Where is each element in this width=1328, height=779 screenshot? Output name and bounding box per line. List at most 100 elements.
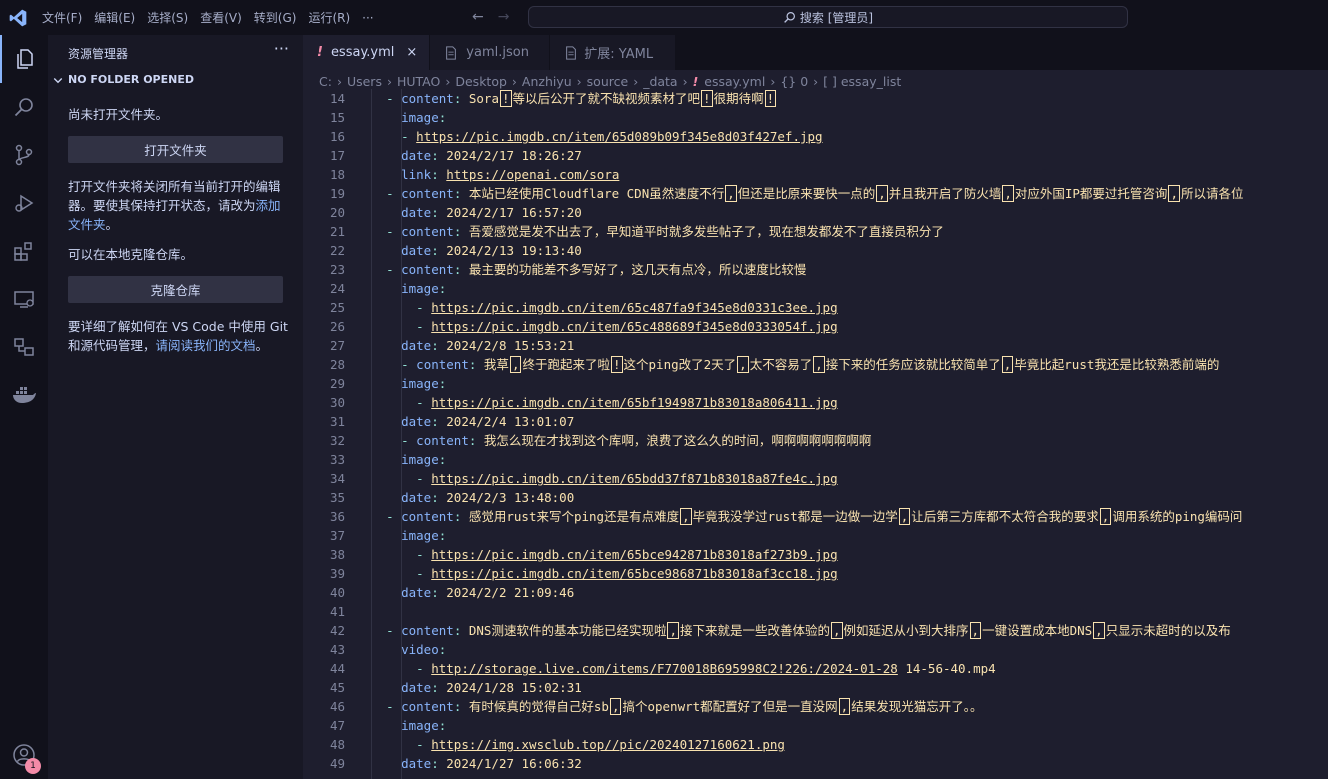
sidebar-more-button[interactable]: ··· [274,39,289,58]
url-link[interactable]: http://storage.live.com/items/F770018B69… [431,661,898,676]
containers-activity[interactable] [0,323,48,371]
remote-explorer-activity[interactable] [0,275,48,323]
chevron-down-icon [53,77,63,83]
menu-selection[interactable]: 选择(S) [141,9,194,26]
unusual-char-highlight: , [1168,185,1180,202]
menu-go[interactable]: 转到(G) [248,9,303,26]
code-line: - content: 最主要的功能差不多写好了，这几天有点冷，所以速度比较慢 [371,260,1328,279]
docs-link[interactable]: 请阅读我们的文档 [156,338,256,353]
learn-more-text: 要详细了解如何在 VS Code 中使用 Git 和源代码管理，请阅读我们的文档… [68,317,288,355]
breadcrumb-item[interactable]: essay.yml [704,74,765,89]
close-icon[interactable]: × [406,45,417,60]
yaml-colon: : [431,680,439,695]
code-line: - https://pic.imgdb.cn/item/65c487fa9f34… [371,298,1328,317]
code-editor[interactable]: 14 15 16 17 18 19 20 21 22 23 24 25 26 27 28 29 30 31 32 33… [303,89,1328,779]
url-link[interactable]: https://pic.imgdb.cn/item/65bdd37f871b83… [431,471,837,486]
code-lines[interactable]: - content: Sora! 等以后公开了就不缺视频素材了吧! 很期待啊! im… [371,89,1328,773]
list-dash: - [386,186,402,201]
code-line: image: [371,526,1328,545]
menu-view[interactable]: 查看(V) [194,9,248,26]
list-dash: - [416,661,432,676]
url-link[interactable]: https://pic.imgdb.cn/item/65c487fa9f345e… [431,300,837,315]
breadcrumb-separator-icon: › [813,73,819,89]
breadcrumb-item[interactable]: C: [319,74,332,89]
breadcrumb-separator-icon: › [445,73,451,89]
yaml-key: image [401,718,439,733]
breadcrumb-item[interactable]: Desktop [455,74,507,89]
menu-edit[interactable]: 编辑(E) [88,9,141,26]
clone-repository-button[interactable]: 克隆仓库 [68,276,283,303]
menu-file[interactable]: 文件(F) [36,9,88,26]
breadcrumb-separator-icon: › [682,73,688,89]
url-link[interactable]: https://pic.imgdb.cn/item/65d089b09f345e… [416,129,822,144]
line-number: 38 [329,547,345,562]
yaml-key: image [401,281,439,296]
yaml-key: date [401,338,432,353]
breadcrumb-separator-icon: › [576,73,582,89]
url-link[interactable]: https://openai.com/sora [446,167,619,182]
breadcrumb-separator-icon: › [511,73,517,89]
breadcrumb-separator-icon: › [336,73,342,89]
breadcrumb-item[interactable]: HUTAO [397,74,440,89]
search-icon [14,98,33,117]
breadcrumb-item[interactable]: Anzhiyu [522,74,572,89]
list-dash: - [386,509,402,524]
breadcrumb-item[interactable]: {} 0 [780,74,808,89]
tab-label: essay.yml [330,45,395,60]
tab-yaml-json[interactable]: yaml.json [430,35,551,70]
tab-essay-yml[interactable]: ! essay.yml × [303,35,431,70]
line-number: 29 [329,376,345,391]
breadcrumb-item[interactable]: _data [643,74,677,89]
code-line: image: [371,108,1328,127]
url-link[interactable]: https://pic.imgdb.cn/item/65c488689f345e… [431,319,837,334]
yaml-key: image [401,528,439,543]
yaml-value: 2024/2/8 15:53:21 [446,338,575,353]
line-number: 32 [329,433,345,448]
list-dash: - [386,224,402,239]
accounts-activity[interactable] [0,731,48,779]
code-line: - https://pic.imgdb.cn/item/65bce942871b… [371,545,1328,564]
breadcrumb-separator-icon: › [770,73,776,89]
code-line: - content: 我草, 终于跑起来了啦! 这个ping改了2天了, 太不容易了,… [371,355,1328,374]
unusual-char-highlight: , [1001,356,1014,373]
url-link[interactable]: https://pic.imgdb.cn/item/65bce942871b83… [431,547,837,562]
command-center-search[interactable]: 搜索 [管理员] [528,6,1128,28]
url-link[interactable]: https://pic.imgdb.cn/item/65bf1949871b83… [431,395,837,410]
line-number: 37 [329,528,345,543]
code-line: date: 2024/2/3 13:48:00 [371,488,1328,507]
source-control-icon [15,144,33,166]
forward-arrow-icon[interactable]: → [498,9,510,25]
url-link[interactable]: https://pic.imgdb.cn/item/65bce986871b83… [431,566,837,581]
line-number: 42 [329,623,345,638]
breadcrumb-item[interactable]: Users [347,74,382,89]
yaml-colon: : [431,338,439,353]
menu-more[interactable]: ··· [356,11,379,25]
source-control-activity[interactable] [0,131,48,179]
extensions-activity[interactable] [0,227,48,275]
no-folder-section-header[interactable]: NO FOLDER OPENED [52,73,194,86]
search-activity[interactable] [0,83,48,131]
line-number: 44 [329,661,345,676]
yaml-colon: : [431,585,439,600]
yaml-key: date [401,148,432,163]
run-debug-activity[interactable] [0,179,48,227]
activity-bar: 1 [0,35,48,779]
line-number: 45 [329,680,345,695]
yaml-value: 有时候真的觉得自己好sb, 搞个openwrt都配置好了但是一直没网, 结果发现光猫… [468,698,983,715]
open-folder-button[interactable]: 打开文件夹 [68,136,283,163]
list-dash: - [386,262,402,277]
yaml-colon: : [453,262,462,277]
back-arrow-icon[interactable]: ← [472,9,484,25]
menu-run[interactable]: 运行(R) [302,9,356,26]
line-number: 43 [329,642,345,657]
yaml-colon: : [438,528,447,543]
breadcrumb-item[interactable]: source [587,74,629,89]
code-line: - https://pic.imgdb.cn/item/65d089b09f34… [371,127,1328,146]
yaml-colon: : [431,167,439,182]
line-number: 33 [329,452,345,467]
docker-activity[interactable] [0,371,48,419]
url-link[interactable]: https://img.xwsclub.top//pic/20240127160… [431,737,785,752]
breadcrumb-item[interactable]: [ ] essay_list [823,74,901,89]
tab-extension-yaml[interactable]: 扩展: YAML [550,35,677,70]
explorer-activity[interactable] [0,35,48,83]
